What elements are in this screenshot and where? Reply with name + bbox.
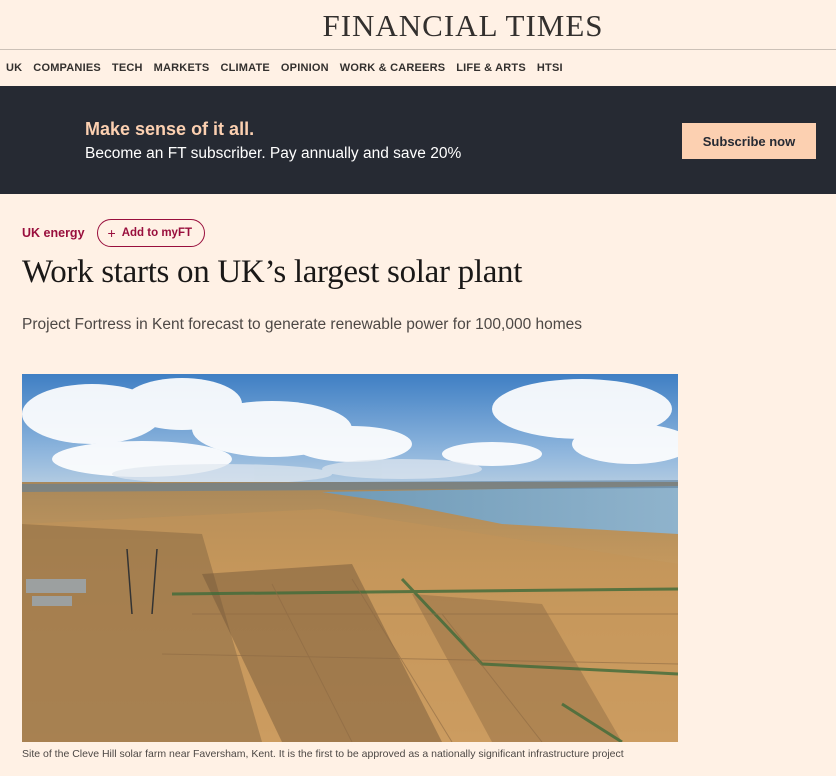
add-to-myft-label: Add to myFT (121, 227, 192, 239)
promo-subtext: Become an FT subscriber. Pay annually an… (85, 145, 462, 162)
nav-item-climate[interactable]: CLIMATE (220, 62, 269, 74)
subscribe-banner: Make sense of it all. Become an FT subsc… (0, 86, 836, 194)
nav-item-htsi[interactable]: HTSI (537, 62, 563, 74)
nav-item-tech[interactable]: TECH (112, 62, 143, 74)
nav-item-markets[interactable]: MARKETS (154, 62, 210, 74)
article-title: Work starts on UK’s largest solar plant (22, 254, 523, 290)
nav-item-work-careers[interactable]: WORK & CAREERS (340, 62, 445, 74)
promo-headline: Make sense of it all. (85, 119, 255, 139)
article-topic-row: UK energy + Add to myFT (22, 219, 205, 247)
ft-logo[interactable]: FINANCIAL TIMES (322, 8, 603, 44)
plus-icon: + (107, 225, 116, 241)
aerial-fields-image (22, 374, 678, 742)
masthead: FINANCIAL TIMES (0, 0, 836, 50)
article-image (22, 374, 678, 742)
image-caption: Site of the Cleve Hill solar farm near F… (22, 748, 624, 760)
site-header: FINANCIAL TIMES UK COMPANIES TECH MARKET… (0, 0, 836, 85)
nav-item-uk[interactable]: UK (6, 62, 22, 74)
topic-link[interactable]: UK energy (22, 226, 85, 240)
subscribe-button[interactable]: Subscribe now (682, 123, 816, 159)
nav-item-life-arts[interactable]: LIFE & ARTS (456, 62, 526, 74)
main-nav: UK COMPANIES TECH MARKETS CLIMATE OPINIO… (0, 50, 836, 85)
article-standfirst: Project Fortress in Kent forecast to gen… (22, 316, 583, 333)
add-to-myft-button[interactable]: + Add to myFT (96, 219, 205, 247)
nav-item-opinion[interactable]: OPINION (281, 62, 329, 74)
nav-item-companies[interactable]: COMPANIES (33, 62, 101, 74)
